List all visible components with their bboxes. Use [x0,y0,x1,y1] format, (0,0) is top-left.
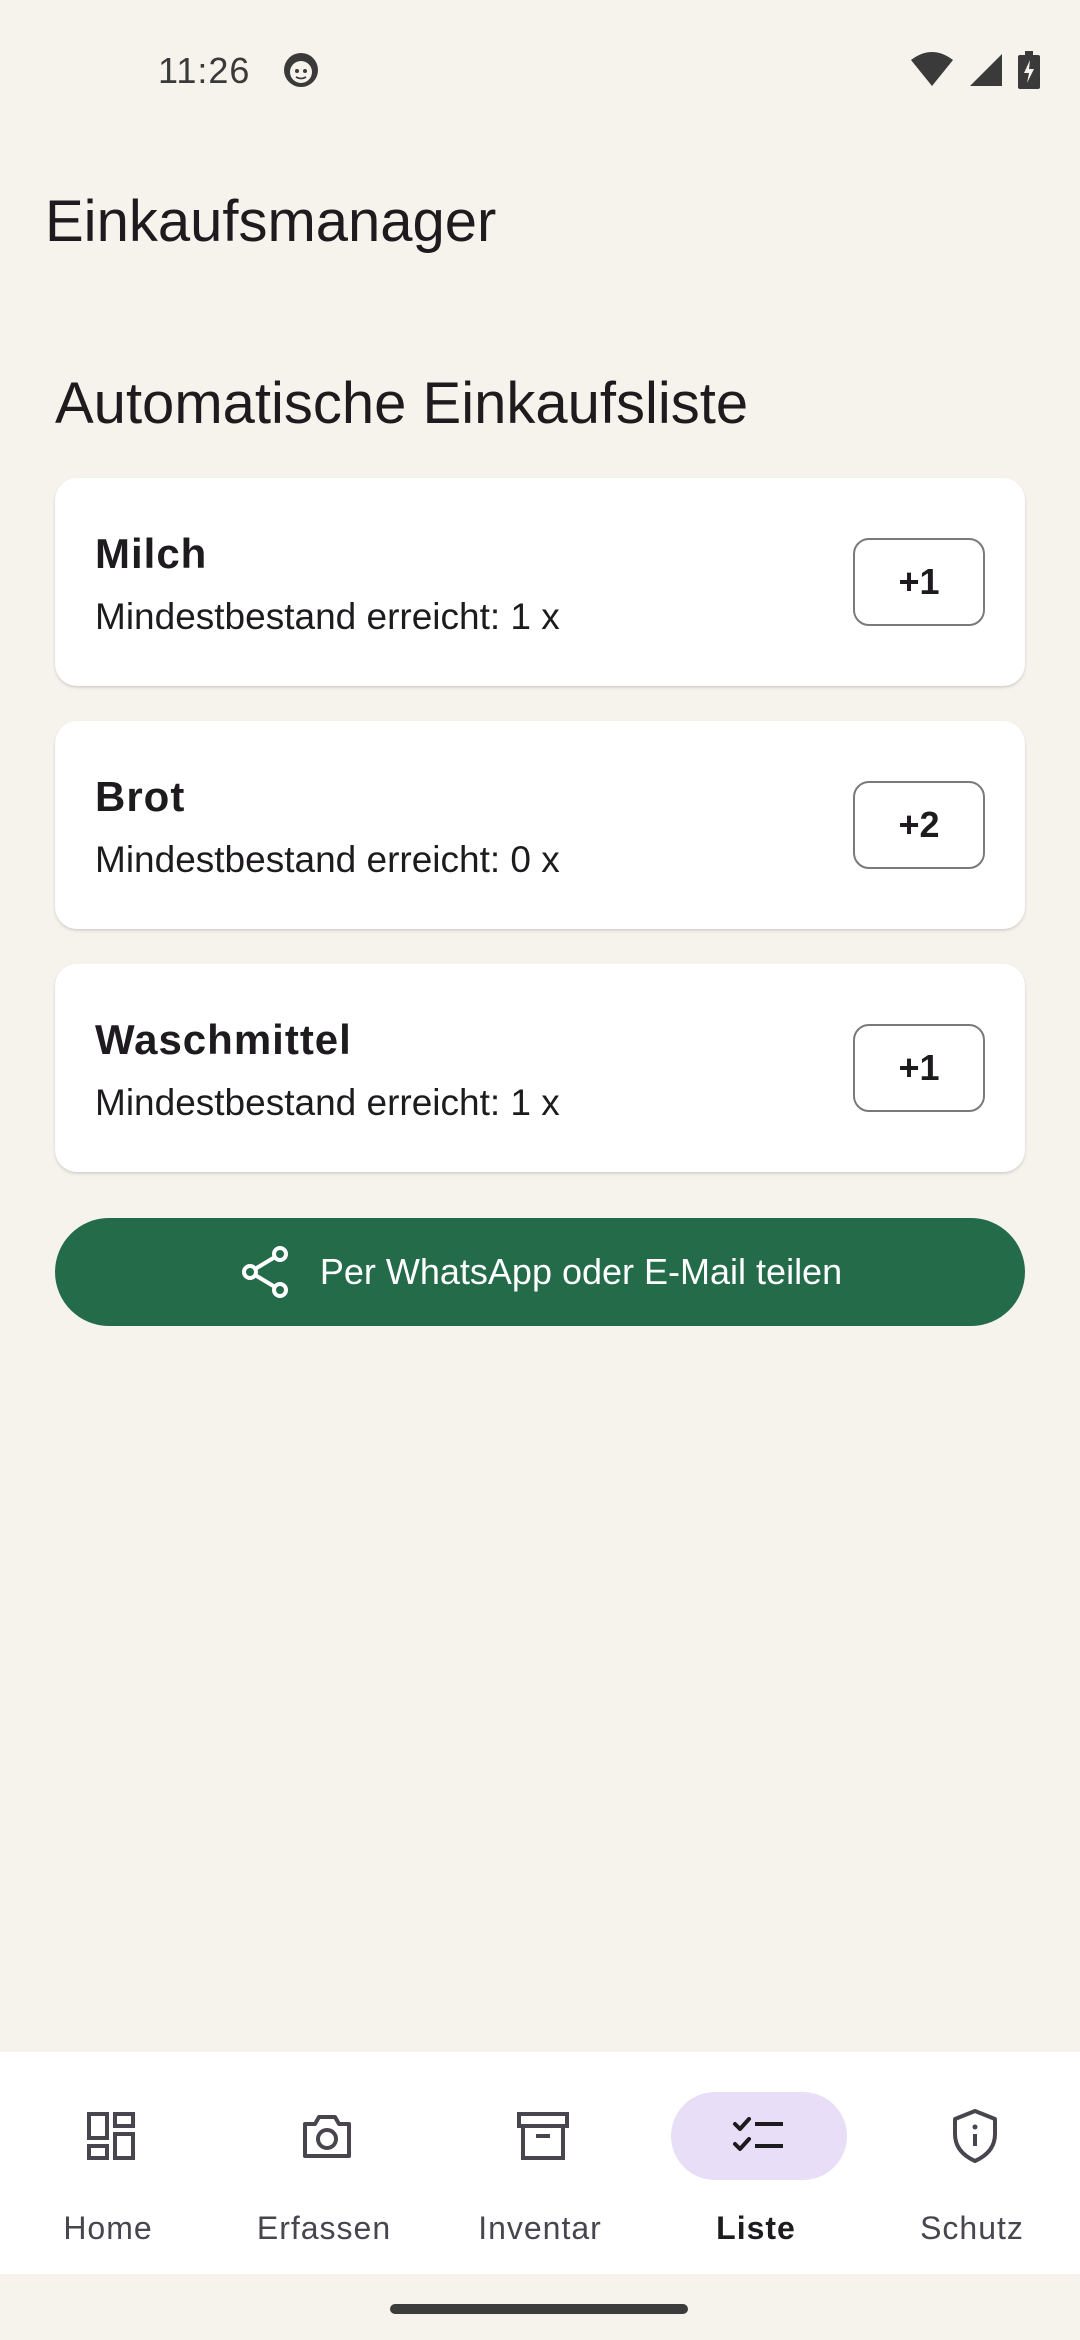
status-bar: 11:26 [0,0,1080,140]
nav-label: Schutz [920,2210,1024,2246]
increment-button[interactable]: +1 [853,1024,985,1112]
nav-indicator [239,2092,415,2180]
notification-face-icon [284,53,318,87]
nav-indicator-active [671,2092,847,2180]
section-title: Automatische Einkaufsliste [55,371,749,436]
wifi-icon [911,52,953,86]
item-name: Brot [95,773,186,820]
bottom-navigation: Home Erfassen Inventar Liste Schutz [0,2052,1080,2274]
item-status: Mindestbestand erreicht: 1 x [95,596,560,637]
list-item: Waschmittel Mindestbestand erreicht: 1 x… [55,964,1025,1172]
increment-button[interactable]: +2 [853,781,985,869]
shopping-list: Milch Mindestbestand erreicht: 1 x +1 Br… [55,478,1025,1207]
nav-item-erfassen[interactable]: Erfassen [216,2052,432,2274]
nav-item-liste[interactable]: Liste [648,2052,864,2274]
share-button-label: Per WhatsApp oder E-Mail teilen [319,1251,843,1292]
item-status: Mindestbestand erreicht: 0 x [95,839,560,880]
item-status: Mindestbestand erreicht: 1 x [95,1082,560,1123]
archive-icon [517,2112,569,2160]
app-title: Einkaufsmanager [45,189,497,254]
checklist-icon [733,2117,783,2151]
list-item: Brot Mindestbestand erreicht: 0 x +2 [55,721,1025,929]
signal-icon [970,54,1002,86]
nav-label: Liste [716,2210,796,2246]
status-time: 11:26 [158,50,251,91]
nav-indicator [23,2092,199,2180]
item-name: Waschmittel [95,1016,352,1063]
gesture-bar [0,2274,1080,2340]
screen: 11:26 Einkaufsmanager Automatische Einka… [0,0,1080,2340]
nav-item-inventar[interactable]: Inventar [432,2052,648,2274]
nav-label: Home [63,2210,153,2246]
battery-charging-icon [1018,51,1040,89]
share-button[interactable]: Per WhatsApp oder E-Mail teilen [55,1218,1025,1326]
status-icons [910,50,1040,90]
nav-item-home[interactable]: Home [0,2052,216,2274]
nav-indicator [887,2092,1063,2180]
item-name: Milch [95,530,208,577]
shield-icon [953,2109,997,2163]
share-icon [241,1246,288,1298]
home-gesture-handle[interactable] [390,2304,688,2314]
increment-button[interactable]: +1 [853,538,985,626]
nav-indicator [455,2092,631,2180]
list-item: Milch Mindestbestand erreicht: 1 x +1 [55,478,1025,686]
nav-label: Erfassen [256,2210,392,2246]
nav-item-schutz[interactable]: Schutz [864,2052,1080,2274]
camera-icon [303,2115,351,2158]
dashboard-icon [87,2112,135,2160]
nav-label: Inventar [478,2210,602,2246]
